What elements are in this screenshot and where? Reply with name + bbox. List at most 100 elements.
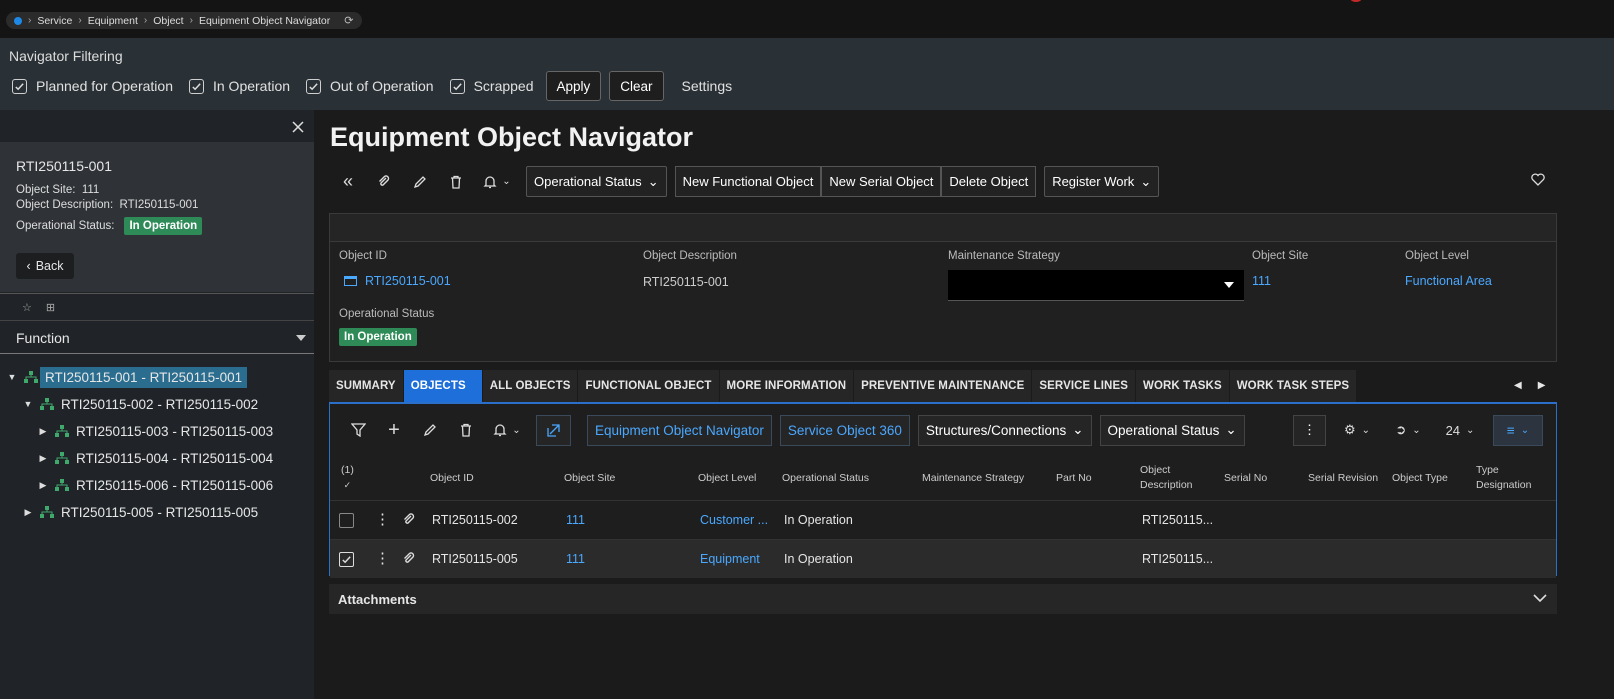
tab-service-lines[interactable]: SERVICE LINES (1032, 370, 1136, 402)
back-button[interactable]: ‹ Back (16, 253, 74, 279)
tab-work-task-steps[interactable]: WORK TASK STEPS (1229, 370, 1358, 402)
tree-node[interactable]: ▶ RTI250115-003 - RTI250115-003 (37, 420, 274, 442)
column-maintenance-strategy[interactable]: Maintenance Strategy (922, 456, 1024, 500)
gear-dropdown-icon[interactable]: ⚙ ⌄ (1335, 415, 1379, 446)
edit-icon[interactable] (402, 166, 438, 197)
checkbox-checked-icon[interactable] (188, 78, 204, 94)
column-operational-status[interactable]: Operational Status (782, 456, 869, 500)
breadcrumb-equipment[interactable]: Equipment (88, 15, 138, 27)
column-object-type[interactable]: Object Type (1392, 456, 1448, 500)
grid-operational-status-dropdown[interactable]: Operational Status ⌄ (1099, 414, 1245, 446)
collapsed-icon[interactable]: ▶ (22, 507, 34, 518)
expanded-icon[interactable]: ▼ (6, 372, 18, 382)
column-part-no[interactable]: Part No (1056, 456, 1092, 500)
tab-objects[interactable]: OBJECTS (403, 370, 483, 402)
new-serial-object-button[interactable]: New Serial Object (821, 166, 942, 197)
equipment-object-navigator-button[interactable]: Equipment Object Navigator (587, 414, 772, 446)
attachments-panel[interactable]: Attachments (329, 584, 1557, 614)
object-level-link[interactable]: Functional Area (1405, 274, 1492, 288)
tree-node[interactable]: ▼ RTI250115-002 - RTI250115-002 (22, 393, 259, 415)
cell-object-site[interactable]: 111 (566, 552, 585, 566)
collapsed-icon[interactable]: ▶ (37, 426, 49, 437)
column-object-id[interactable]: Object ID (430, 456, 474, 500)
add-icon[interactable]: + (376, 415, 412, 446)
tab-functional-object[interactable]: FUNCTIONAL OBJECT (578, 370, 720, 402)
refresh-icon[interactable]: ⟳ (344, 14, 353, 27)
more-vertical-icon[interactable]: ⋮ (375, 510, 390, 528)
settings-link[interactable]: Settings (682, 78, 733, 94)
edit-icon[interactable] (412, 415, 448, 446)
home-icon[interactable] (14, 16, 22, 25)
caret-left-icon[interactable]: ◀ (1514, 380, 1522, 391)
table-row[interactable]: ⋮ RTI250115-002 111 Customer ... In Oper… (330, 500, 1556, 539)
function-selector[interactable]: Function (0, 322, 314, 354)
column-serial-revision[interactable]: Serial Revision (1308, 456, 1378, 500)
object-id-link[interactable]: RTI250115-001 (344, 274, 451, 288)
column-serial-no[interactable]: Serial No (1224, 456, 1267, 500)
service-object-360-button[interactable]: Service Object 360 (779, 414, 910, 446)
row-checkbox[interactable] (339, 513, 354, 528)
column-object-description[interactable]: Object Description (1140, 456, 1200, 500)
delete-icon[interactable] (438, 166, 474, 197)
cell-object-level[interactable]: Equipment (700, 552, 760, 566)
select-all-column[interactable]: (1) ✓ (341, 456, 354, 500)
cell-object-site[interactable]: 111 (566, 513, 585, 527)
clear-button[interactable]: Clear (609, 71, 664, 101)
object-site-link[interactable]: 111 (1252, 274, 1271, 288)
pin-icon[interactable]: ☆ (22, 301, 32, 314)
filter-out-of-operation[interactable]: Out of Operation (306, 78, 434, 94)
collapsed-icon[interactable]: ▶ (37, 453, 49, 464)
expanded-icon[interactable]: ▼ (22, 399, 34, 409)
checkbox-checked-icon[interactable] (449, 78, 465, 94)
tree-node[interactable]: ▶ RTI250115-006 - RTI250115-006 (37, 474, 274, 496)
delete-icon[interactable] (448, 415, 484, 446)
apply-button[interactable]: Apply (545, 71, 602, 101)
more-vertical-icon[interactable]: ⋮ (1293, 414, 1326, 446)
tab-preventive-maintenance[interactable]: PREVENTIVE MAINTENANCE (854, 370, 1033, 402)
tab-summary[interactable]: SUMMARY (329, 370, 404, 402)
delete-object-button[interactable]: Delete Object (941, 166, 1037, 197)
filter-scrapped[interactable]: Scrapped (449, 78, 534, 94)
collapsed-icon[interactable]: ▶ (37, 480, 49, 491)
paperclip-icon[interactable] (366, 166, 402, 197)
row-checkbox-checked[interactable] (339, 552, 354, 567)
close-icon[interactable] (291, 120, 305, 134)
collapse-panel-icon[interactable]: « (330, 166, 366, 197)
checkbox-checked-icon[interactable] (12, 78, 27, 94)
tab-more-information[interactable]: MORE INFORMATION (719, 370, 855, 402)
open-link-icon[interactable] (536, 414, 571, 446)
bell-dropdown-icon[interactable]: ⌄ (474, 166, 520, 197)
hierarchy-icon[interactable]: ⊞ (46, 301, 55, 314)
view-mode-dropdown-icon[interactable]: ≡ ⌄ (1493, 414, 1543, 446)
bell-dropdown-icon[interactable]: ⌄ (484, 415, 530, 446)
caret-right-icon[interactable]: ▶ (1538, 380, 1546, 391)
checkbox-checked-icon[interactable] (306, 78, 322, 94)
operational-status-dropdown[interactable]: Operational Status ⌄ (526, 166, 667, 197)
table-row[interactable]: ⋮ RTI250115-005 111 Equipment In Operati… (330, 539, 1556, 578)
filter-icon[interactable] (340, 415, 376, 446)
cell-object-level[interactable]: Customer ... (700, 513, 768, 527)
more-vertical-icon[interactable]: ⋮ (375, 549, 390, 567)
export-dropdown-icon[interactable]: ➲ ⌄ (1386, 415, 1430, 446)
favorite-icon[interactable] (1531, 173, 1545, 186)
paperclip-icon[interactable] (402, 552, 416, 569)
maintenance-strategy-select[interactable] (948, 270, 1244, 301)
page-size-dropdown[interactable]: 24 ⌄ (1440, 415, 1480, 446)
breadcrumb-service[interactable]: Service (37, 15, 72, 27)
tree-node[interactable]: ▶ RTI250115-005 - RTI250115-005 (22, 501, 259, 523)
chevron-down-icon[interactable] (1533, 594, 1547, 603)
tree-node[interactable]: ▼ RTI250115-001 - RTI250115-001 (6, 366, 248, 388)
register-work-dropdown[interactable]: Register Work ⌄ (1044, 166, 1160, 197)
tab-all-objects[interactable]: ALL OBJECTS (482, 370, 579, 402)
column-type-designation[interactable]: Type Designation (1476, 456, 1536, 500)
tab-work-tasks[interactable]: WORK TASKS (1135, 370, 1230, 402)
paperclip-icon[interactable] (402, 513, 416, 530)
filter-in-operation[interactable]: In Operation (188, 78, 290, 94)
new-functional-object-button[interactable]: New Functional Object (674, 166, 822, 197)
breadcrumb-object[interactable]: Object (153, 15, 183, 27)
column-object-site[interactable]: Object Site (564, 456, 615, 500)
tree-node[interactable]: ▶ RTI250115-004 - RTI250115-004 (37, 447, 274, 469)
filter-planned-for-operation[interactable]: Planned for Operation (12, 78, 173, 94)
column-object-level[interactable]: Object Level (698, 456, 756, 500)
structures-connections-dropdown[interactable]: Structures/Connections ⌄ (917, 414, 1092, 446)
